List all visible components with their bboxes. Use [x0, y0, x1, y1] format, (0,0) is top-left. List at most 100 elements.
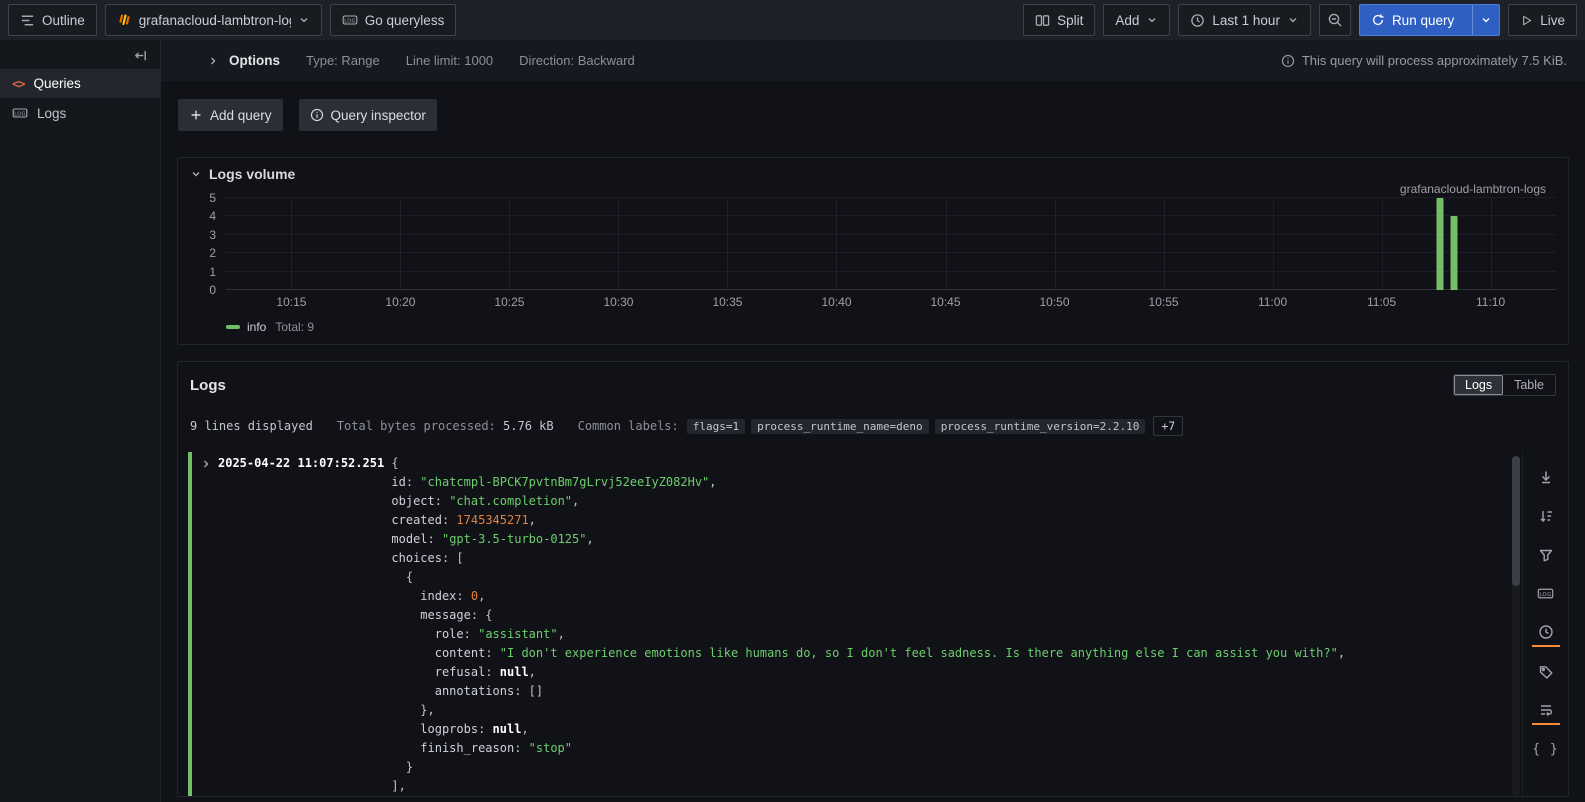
add-query-label: Add query: [210, 108, 272, 123]
options-title: Options: [229, 53, 280, 68]
logs-volume-plot: [226, 198, 1556, 290]
add-query-button[interactable]: Add query: [178, 99, 283, 131]
gridline-vertical: [1491, 198, 1492, 290]
options-bar: Options Type: Range Line limit: 1000 Dir…: [161, 40, 1585, 81]
common-labels-label: Common labels:: [578, 419, 679, 433]
logs-meta-row: 9 lines displayed Total bytes processed:…: [178, 396, 1568, 436]
x-axis-tick-label: 10:20: [385, 295, 415, 309]
query-inspector-label: Query inspector: [331, 108, 426, 123]
loki-logo-icon: [117, 13, 132, 28]
log-json-line: object: "chat.completion",: [200, 492, 1506, 511]
y-axis-tick-label: 4: [209, 209, 216, 223]
split-icon: [1035, 13, 1050, 28]
gridline-horizontal: [226, 271, 1556, 272]
query-inspector-button[interactable]: Query inspector: [299, 99, 437, 131]
legend-series-name: info: [247, 320, 266, 334]
toggle-logs[interactable]: Logs: [1454, 375, 1503, 395]
live-button[interactable]: Live: [1508, 4, 1577, 36]
legend-total: Total: 9: [275, 320, 314, 334]
sidebar-item-logs[interactable]: LOG Logs: [0, 98, 160, 128]
more-labels-button[interactable]: +7: [1153, 416, 1183, 436]
bytes-processed: Total bytes processed: 5.76 kB: [337, 419, 554, 433]
time-range-label: Last 1 hour: [1212, 13, 1280, 28]
outline-icon: [20, 13, 35, 28]
split-button[interactable]: Split: [1023, 4, 1095, 36]
gridline-vertical: [836, 198, 837, 290]
deduplication-button[interactable]: [1532, 540, 1560, 569]
log-entry[interactable]: 2025-04-22 11:07:52.251 { id: "chatcmpl-…: [188, 452, 1506, 796]
options-toggle[interactable]: Options: [207, 53, 280, 68]
run-query-caret[interactable]: [1472, 5, 1499, 35]
outline-button[interactable]: Outline: [8, 4, 97, 36]
datasource-picker[interactable]: grafanacloud-lambtron-logs: [105, 4, 322, 36]
gridline-vertical: [1382, 198, 1383, 290]
info-icon: [1281, 54, 1295, 68]
gridline-vertical: [618, 198, 619, 290]
x-axis-tick-label: 10:30: [603, 295, 633, 309]
log-panel-controls: LOG { }: [1522, 452, 1568, 796]
gridline-vertical: [291, 198, 292, 290]
toggle-table[interactable]: Table: [1503, 375, 1555, 395]
clock-icon: [1538, 624, 1554, 640]
x-axis-tick-label: 11:00: [1258, 295, 1287, 309]
run-query-button[interactable]: Run query: [1359, 4, 1500, 36]
sort-order-button[interactable]: [1532, 501, 1560, 530]
x-axis-labels: 10:1510:2010:2510:3010:3510:4010:4510:50…: [226, 290, 1556, 314]
y-axis-tick-label: 1: [209, 265, 216, 279]
chevron-down-icon: [1287, 14, 1299, 26]
logs-volume-title: Logs volume: [209, 166, 295, 182]
options-line-limit: Line limit: 1000: [406, 53, 493, 68]
log-json-line: content: "I don't experience emotions li…: [200, 644, 1506, 663]
series-label: grafanacloud-lambtron-logs: [190, 182, 1546, 196]
split-label: Split: [1057, 13, 1083, 28]
common-labels-list: flags=1process_runtime_name=denoprocess_…: [687, 419, 1146, 434]
logs-icon: LOG: [12, 105, 28, 121]
prettify-json-button[interactable]: { }: [1532, 735, 1560, 764]
unique-labels-button[interactable]: [1532, 657, 1560, 686]
collapse-sidebar-button[interactable]: [0, 40, 160, 69]
y-axis-labels: 012345: [190, 198, 226, 290]
log-json-line: }: [200, 758, 1506, 777]
log-json-line: index: 0,: [200, 587, 1506, 606]
logs-volume-header[interactable]: Logs volume: [190, 166, 1556, 182]
lines-displayed: 9 lines displayed: [190, 419, 313, 433]
logs-view-button[interactable]: LOG: [1532, 579, 1560, 608]
legend-item-info[interactable]: info Total: 9: [226, 320, 1556, 334]
volume-bar: [1436, 198, 1443, 290]
add-button[interactable]: Add: [1103, 4, 1170, 36]
live-label: Live: [1540, 13, 1565, 28]
gridline-horizontal: [226, 197, 1556, 198]
log-json-line: {: [200, 568, 1506, 587]
query-actions: Add query Query inspector: [178, 99, 1569, 131]
gridline-horizontal: [226, 252, 1556, 253]
log-json-line: created: 1745345271,: [200, 511, 1506, 530]
gridline-vertical: [509, 198, 510, 290]
scrollbar-thumb[interactable]: [1512, 456, 1520, 586]
log-body: 2025-04-22 11:07:52.251 { id: "chatcmpl-…: [188, 452, 1568, 796]
time-range-picker[interactable]: Last 1 hour: [1178, 4, 1311, 36]
log-json-line: },: [200, 701, 1506, 720]
zoom-out-button[interactable]: [1319, 4, 1351, 36]
log-json-line: logprobs: null,: [200, 720, 1506, 739]
legend-swatch: [226, 325, 240, 329]
clock-icon: [1190, 13, 1205, 28]
wrap-lines-button[interactable]: [1532, 696, 1560, 725]
show-timestamps-button[interactable]: [1532, 618, 1560, 647]
scroll-to-bottom-button[interactable]: [1532, 462, 1560, 491]
chevron-down-icon: [1480, 14, 1492, 26]
volume-bar: [1451, 216, 1458, 290]
gridline-vertical: [1273, 198, 1274, 290]
sidebar-item-queries[interactable]: <> Queries: [0, 69, 160, 98]
chevron-down-icon: [1146, 14, 1158, 26]
go-queryless-button[interactable]: LOG Go queryless: [330, 4, 457, 36]
plus-icon: [189, 108, 203, 122]
run-query-main[interactable]: Run query: [1360, 5, 1465, 35]
x-axis-tick-label: 10:15: [276, 295, 306, 309]
log-json-line: refusal: null,: [200, 663, 1506, 682]
log-json-line: choices: [: [200, 549, 1506, 568]
sidebar-item-label: Logs: [37, 106, 66, 121]
log-scrollbar[interactable]: [1512, 456, 1520, 796]
log-json-lines: id: "chatcmpl-BPCK7pvtnBm7gLrvj52eeIyZ08…: [200, 473, 1506, 796]
play-icon: [1520, 14, 1533, 27]
expand-chevron-icon[interactable]: [200, 458, 212, 470]
